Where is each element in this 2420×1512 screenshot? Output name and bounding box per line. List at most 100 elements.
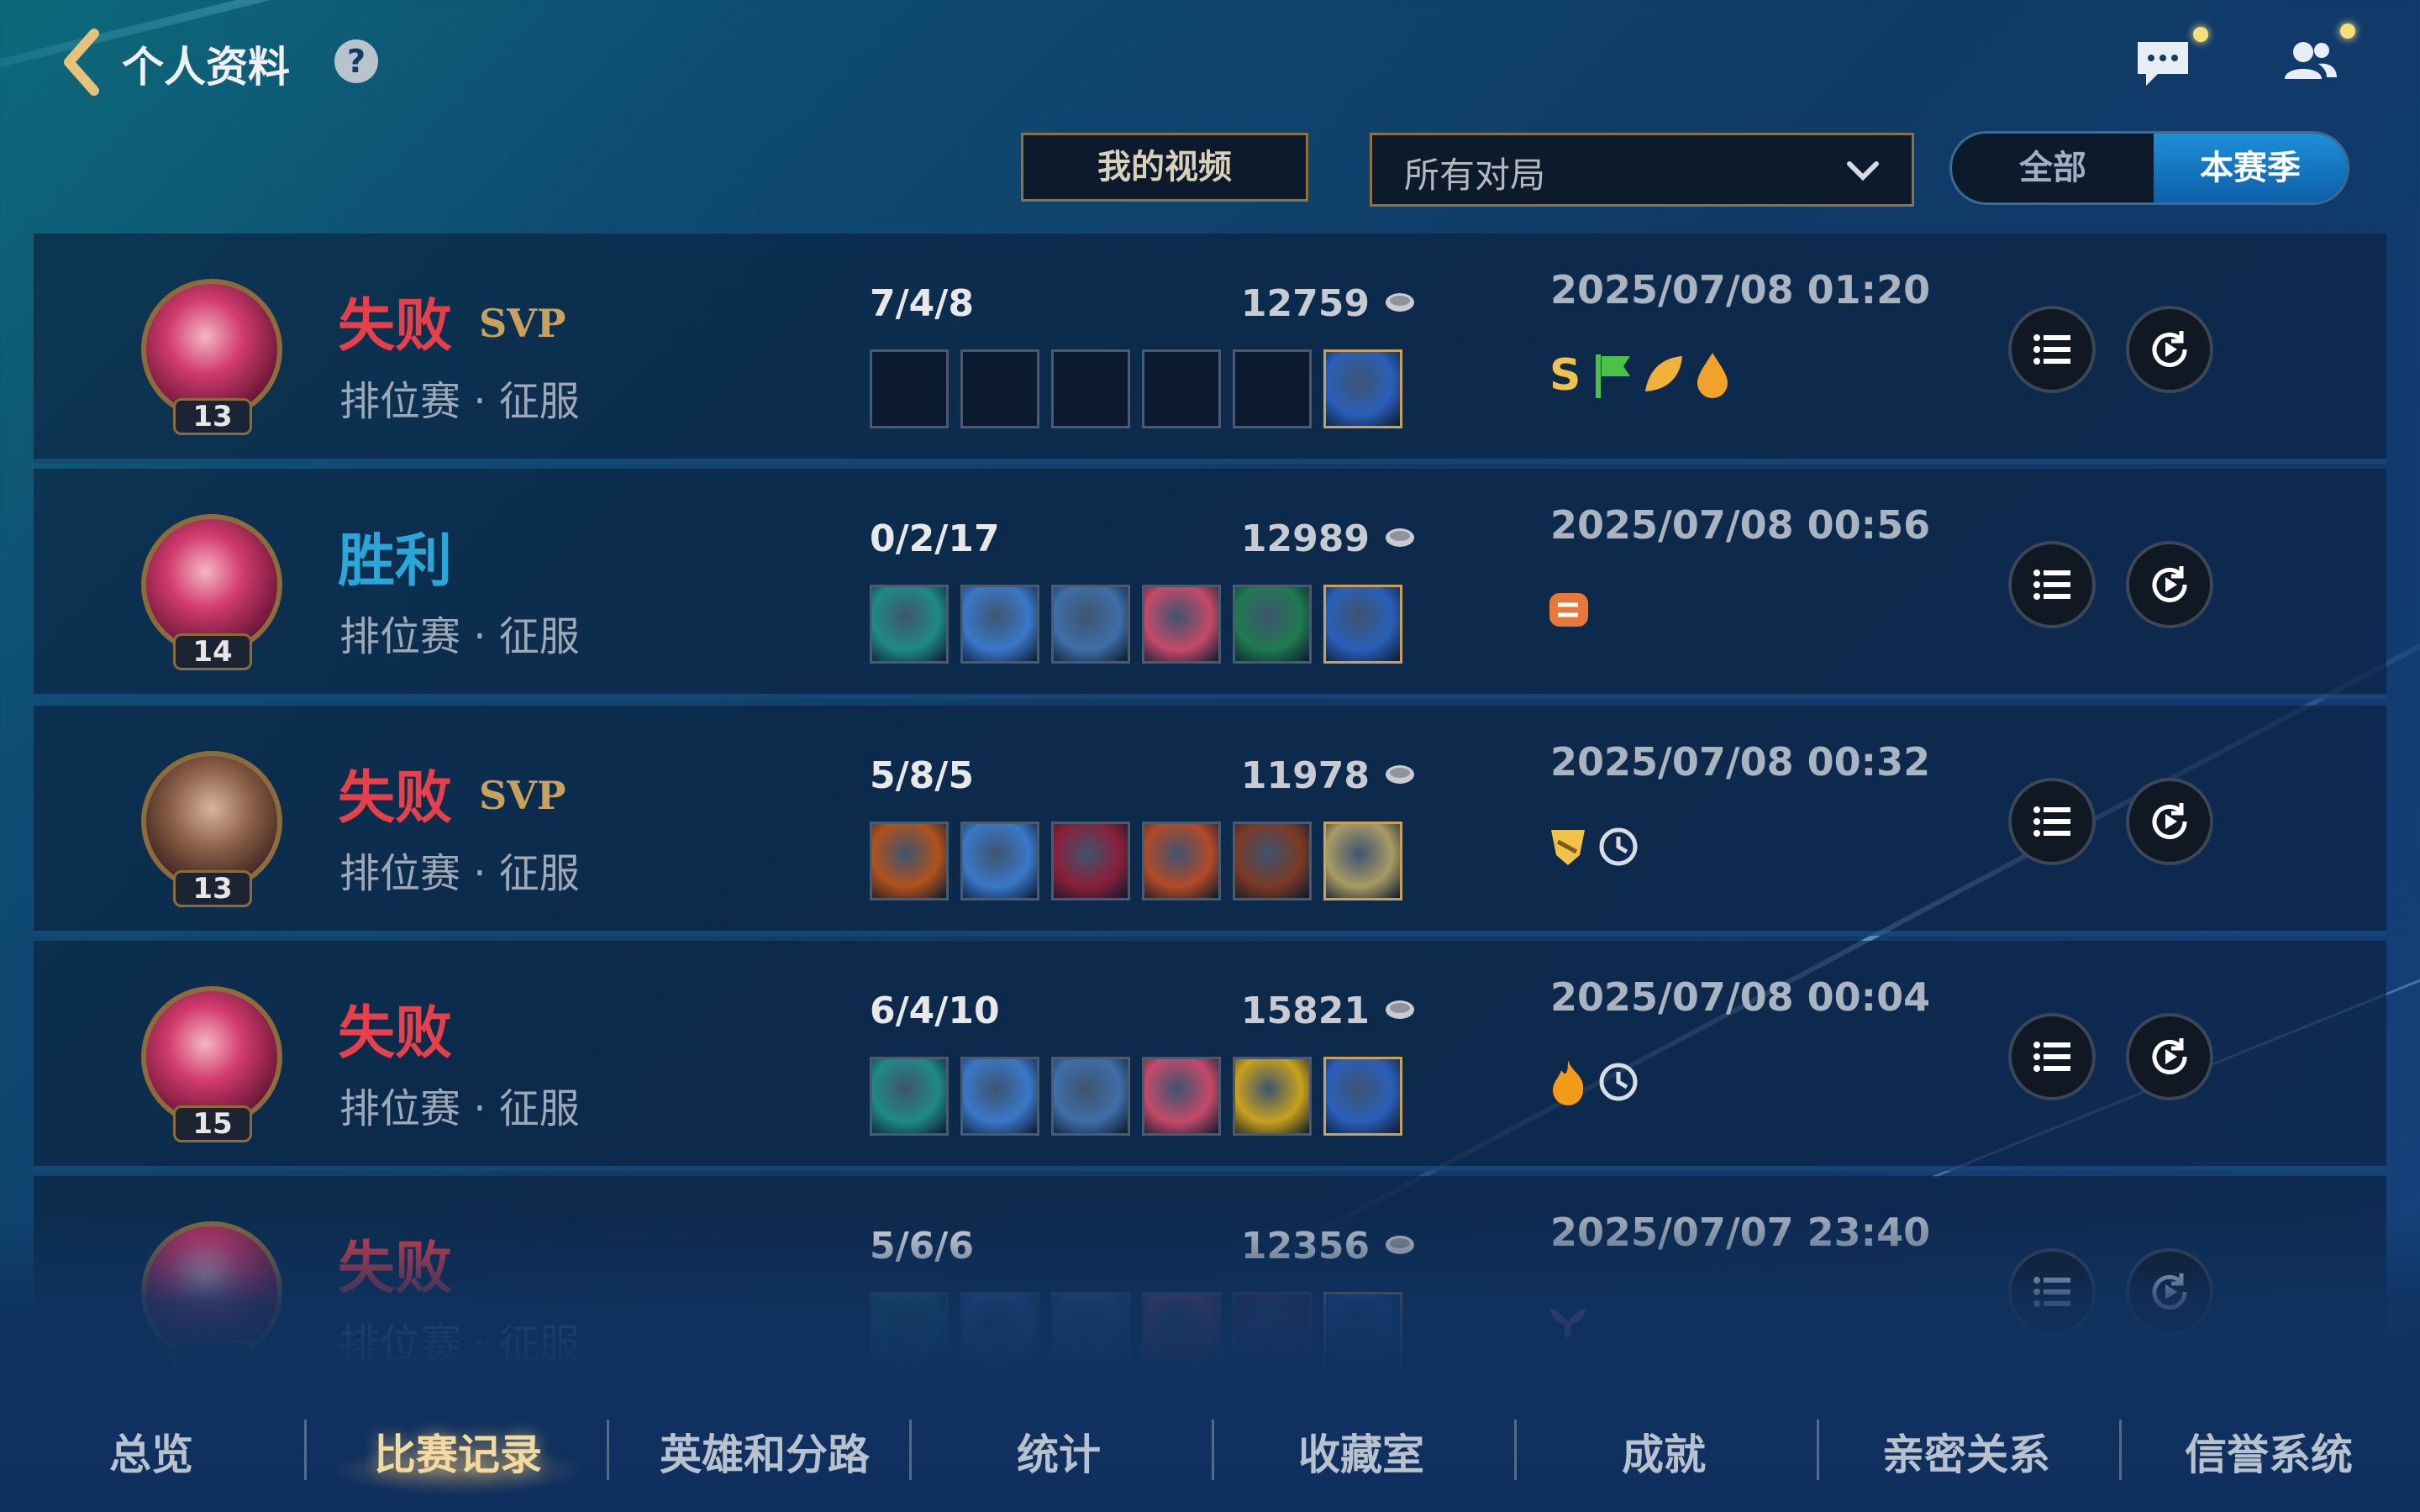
gold-stat: 11978 (1240, 754, 1370, 797)
chevron-left-icon (64, 29, 99, 96)
tab-statistics[interactable]: 统计 (966, 1421, 1151, 1480)
back-button[interactable] (60, 29, 111, 96)
kda-stat: 5/6/6 (870, 1225, 974, 1268)
item-slot[interactable] (870, 1057, 949, 1136)
help-icon[interactable]: ? (334, 39, 378, 83)
replay-button[interactable] (2126, 778, 2213, 865)
item-slot[interactable] (1233, 822, 1312, 900)
tab-match-history[interactable]: 比赛记录 (345, 1421, 571, 1480)
item-slot[interactable] (1051, 585, 1130, 664)
achievement-badges: S (1546, 349, 1798, 408)
chat-button[interactable] (2134, 27, 2208, 89)
item-slot[interactable] (1233, 349, 1312, 428)
tab-divider (2119, 1420, 2122, 1480)
item-slot[interactable] (1142, 1292, 1221, 1371)
item-slot[interactable] (1051, 1292, 1130, 1371)
hero-level-badge: 13 (173, 870, 252, 907)
clock-icon (1599, 827, 1638, 866)
list-icon (2033, 570, 2070, 600)
season-toggle-current[interactable]: 本赛季 (2154, 134, 2347, 202)
replay-button[interactable] (2126, 1013, 2213, 1100)
trinket-slot[interactable] (1323, 822, 1402, 900)
angel-icon (1549, 1309, 1586, 1337)
tab-divider (1212, 1420, 1214, 1480)
item-slot[interactable] (960, 585, 1039, 664)
replay-icon (2152, 1273, 2187, 1310)
trinket-slot[interactable] (1323, 349, 1402, 428)
replay-button[interactable] (2126, 1248, 2213, 1336)
bottom-tab-bar: 总览 比赛记录 英雄和分路 统计 收藏室 成就 亲密关系 信誉系统 (0, 1378, 2420, 1512)
gold-stat: 12989 (1240, 517, 1370, 560)
tab-divider (607, 1420, 609, 1480)
clock-icon (1599, 1063, 1638, 1101)
replay-button[interactable] (2126, 306, 2213, 393)
item-slot[interactable] (870, 1292, 949, 1371)
match-date: 2025/07/07 23:40 (1550, 1210, 1931, 1255)
tab-achievements[interactable]: 成就 (1571, 1421, 1756, 1480)
item-slot[interactable] (1233, 1057, 1312, 1136)
season-toggle-all[interactable]: 全部 (1952, 134, 2154, 202)
replay-button[interactable] (2126, 541, 2213, 628)
trinket-slot[interactable] (1323, 585, 1402, 664)
link-icon (1549, 593, 1588, 627)
gold-coin-icon (1386, 1000, 1414, 1019)
item-slot[interactable] (1142, 349, 1221, 428)
gold-stat: 15821 (1240, 990, 1370, 1032)
item-slot[interactable] (870, 349, 949, 428)
item-slot[interactable] (1051, 349, 1130, 428)
achievement-badges (1546, 1292, 1798, 1351)
match-details-button[interactable] (2008, 1013, 2096, 1100)
tab-reputation[interactable]: 信誉系统 (2160, 1421, 2378, 1480)
item-slot[interactable] (1142, 585, 1221, 664)
trinket-slot[interactable] (1323, 1292, 1402, 1371)
item-slot[interactable] (1051, 1057, 1130, 1136)
shield-icon (1551, 830, 1585, 865)
match-row[interactable]: 13 失败 SVP 排位赛 · 征服 5/8/5 11978 2025/07/08 00:3… (34, 706, 2386, 936)
tab-divider (1817, 1420, 1819, 1480)
item-slot[interactable] (1051, 822, 1130, 900)
friends-button[interactable] (2281, 24, 2355, 87)
list-icon (2033, 806, 2070, 837)
hero-level-badge: 14 (173, 633, 252, 670)
hero-level-badge: 13 (173, 398, 252, 435)
item-slot[interactable] (960, 1057, 1039, 1136)
item-slot[interactable] (870, 822, 949, 900)
item-build (870, 349, 1407, 432)
item-slot[interactable] (1233, 1292, 1312, 1371)
notification-dot (2193, 27, 2208, 42)
match-date: 2025/07/08 00:32 (1550, 739, 1931, 785)
item-slot[interactable] (960, 349, 1039, 428)
my-videos-button[interactable]: 我的视频 (1021, 133, 1308, 202)
flag-icon (1596, 354, 1630, 398)
match-row[interactable]: 14 胜利 排位赛 · 征服 0/2/17 12989 2025/07/08 00:56 (34, 469, 2386, 699)
item-slot[interactable] (960, 822, 1039, 900)
tab-divider (1514, 1420, 1517, 1480)
match-result: 失败 (338, 1236, 453, 1302)
season-toggle: 全部 本赛季 (1949, 131, 2349, 205)
match-row[interactable]: 13 失败 SVP 排位赛 · 征服 7/4/8 12759 2025/07/08 01:2… (34, 234, 2386, 464)
tab-heroes-lanes[interactable]: 英雄和分路 (639, 1421, 891, 1480)
gold-coin-icon (1386, 293, 1414, 312)
item-slot[interactable] (1142, 1057, 1221, 1136)
match-row[interactable]: 15 失败 排位赛 · 征服 6/4/10 15821 2025/07/08 00:04 (34, 941, 2386, 1171)
match-mode: 排位赛 · 征服 (339, 1085, 580, 1132)
achievement-badges (1546, 585, 1798, 643)
item-slot[interactable] (1233, 585, 1312, 664)
item-slot[interactable] (870, 585, 949, 664)
gold-coin-icon (1386, 765, 1414, 784)
match-details-button[interactable] (2008, 541, 2096, 628)
match-details-button[interactable] (2008, 778, 2096, 865)
match-details-button[interactable] (2008, 1248, 2096, 1336)
list-icon (2033, 1277, 2070, 1307)
match-row[interactable]: 失败 排位赛 · 征服 5/6/6 12356 2025/07/07 23:40 (34, 1176, 2386, 1406)
tab-collection[interactable]: 收藏室 (1260, 1421, 1462, 1480)
gold-stat: 12759 (1240, 282, 1370, 325)
item-slot[interactable] (960, 1292, 1039, 1371)
tab-relationships[interactable]: 亲密关系 (1857, 1421, 2075, 1480)
trinket-slot[interactable] (1323, 1057, 1402, 1136)
kda-stat: 0/2/17 (870, 517, 1000, 560)
item-slot[interactable] (1142, 822, 1221, 900)
tab-overview[interactable]: 总览 (59, 1421, 244, 1480)
match-details-button[interactable] (2008, 306, 2096, 393)
match-type-dropdown[interactable]: 所有对局 (1370, 133, 1914, 207)
